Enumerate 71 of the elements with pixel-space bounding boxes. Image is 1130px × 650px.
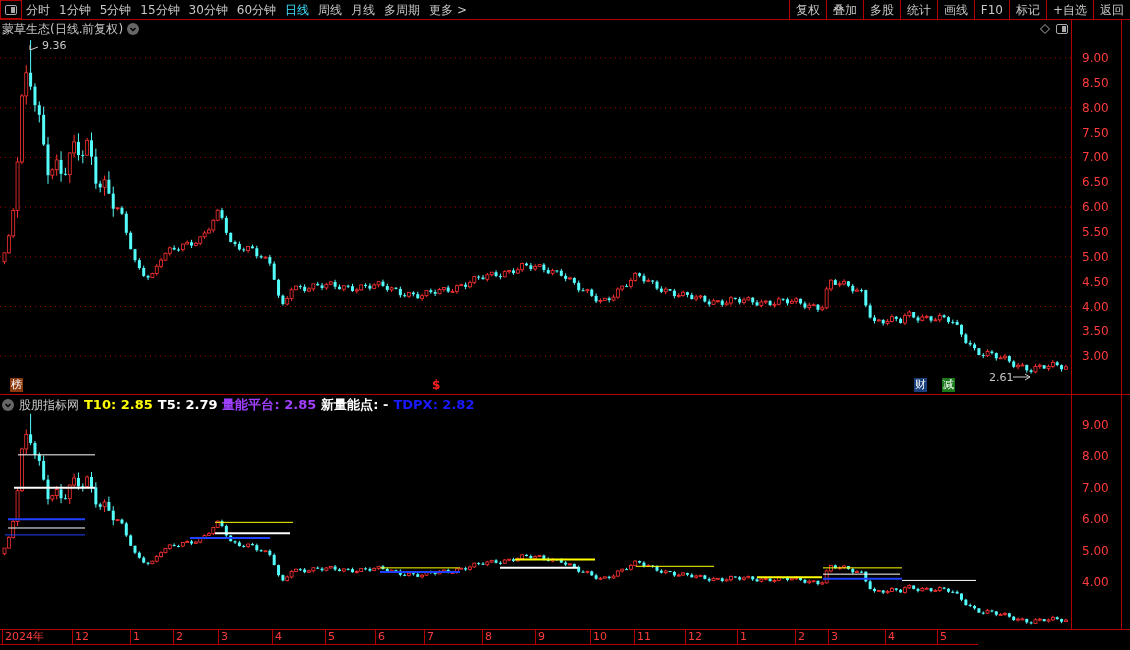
low-price-label: 2.61 xyxy=(989,370,1014,386)
indicator-value: TDPX: 2.82 xyxy=(393,396,475,414)
indicator-value: 量能平台: 2.85 xyxy=(222,396,317,414)
price-axis-label: 7.00 xyxy=(1082,480,1109,495)
toolbar-button[interactable]: 标记 xyxy=(1008,0,1046,19)
toolbar-button[interactable]: F10 xyxy=(973,0,1009,19)
period-tab[interactable]: 15分钟 xyxy=(140,0,180,19)
event-badge[interactable]: 榜 xyxy=(10,378,23,392)
price-axis-label: 4.00 xyxy=(1082,299,1109,314)
indicator-name: 股朋指标网 xyxy=(19,396,79,414)
date-axis-label: 4 xyxy=(272,630,282,644)
price-axis-label: 8.50 xyxy=(1082,75,1109,90)
price-axis-label: 9.00 xyxy=(1082,51,1109,65)
price-axis-label: 8.00 xyxy=(1082,449,1109,464)
price-axis-label: 6.50 xyxy=(1082,175,1109,190)
date-axis-label: 5 xyxy=(937,630,947,644)
indicator-value: 新量能点: - xyxy=(321,396,389,414)
date-axis-label: 6 xyxy=(375,630,385,644)
period-tab[interactable]: 1分钟 xyxy=(59,0,91,19)
date-axis-label: 9 xyxy=(535,630,545,644)
period-tab[interactable]: 月线 xyxy=(351,0,376,19)
indicator-value: T10: 2.85 xyxy=(84,396,153,414)
price-axis-label: 6.00 xyxy=(1082,200,1109,215)
price-axis-label: 3.50 xyxy=(1082,324,1109,339)
date-axis-label: 2 xyxy=(173,630,183,644)
period-tab[interactable]: 日线 xyxy=(285,0,310,19)
toolbar-button[interactable]: 返回 xyxy=(1093,0,1130,19)
date-axis-label: 2024年 xyxy=(2,630,44,644)
date-axis-label: 3 xyxy=(828,630,838,644)
period-tab[interactable]: 60分钟 xyxy=(236,0,277,19)
price-axis-label: 4.00 xyxy=(1082,575,1109,589)
date-axis-label: 1 xyxy=(737,630,747,644)
period-tab[interactable]: 分时 xyxy=(26,0,50,19)
price-axis-label: 8.00 xyxy=(1082,100,1109,115)
toolbar-button[interactable]: 画线 xyxy=(936,0,974,19)
price-axis-label: 3.00 xyxy=(1082,349,1109,364)
price-axis-label: 7.00 xyxy=(1082,150,1109,165)
price-axis-label: 5.50 xyxy=(1082,224,1109,239)
date-axis-label: 5 xyxy=(325,630,335,644)
period-tab[interactable]: 30分钟 xyxy=(188,0,228,19)
date-axis-label: 3 xyxy=(218,630,228,644)
date-axis-label: 1 xyxy=(130,630,140,644)
event-badge[interactable]: 减 xyxy=(942,378,955,392)
date-axis-label: 4 xyxy=(885,630,895,644)
high-price-label: 9.36 xyxy=(42,38,67,54)
event-marker[interactable]: $ xyxy=(432,378,441,392)
toolbar-button[interactable]: 多股 xyxy=(862,0,900,19)
period-tab[interactable]: 5分钟 xyxy=(99,0,132,19)
date-axis-label: 11 xyxy=(634,630,651,644)
toolbar-button[interactable]: 复权 xyxy=(788,0,826,19)
indicator-value: T5: 2.79 xyxy=(157,396,218,414)
price-axis-label: 6.00 xyxy=(1082,512,1109,527)
date-axis-label: 7 xyxy=(424,630,434,644)
date-axis-label: 12 xyxy=(685,630,702,644)
date-axis-label: 10 xyxy=(590,630,607,644)
price-axis-label: 5.00 xyxy=(1082,249,1109,264)
date-axis-label: 12 xyxy=(72,630,89,644)
period-tab[interactable]: 周线 xyxy=(318,0,343,19)
more-button[interactable]: 更多 > xyxy=(429,0,467,19)
price-axis-label: 4.50 xyxy=(1082,274,1109,289)
event-badge[interactable]: 财 xyxy=(914,378,927,392)
toolbar-button[interactable]: 叠加 xyxy=(825,0,863,19)
price-axis-label: 7.50 xyxy=(1082,125,1109,140)
date-axis-label: 2 xyxy=(795,630,805,644)
chart-title: 蒙草生态(日线.前复权) xyxy=(2,21,124,38)
date-axis-label: 8 xyxy=(482,630,492,644)
toolbar-button[interactable]: +自选 xyxy=(1045,0,1093,19)
price-axis-label: 9.00 xyxy=(1082,418,1109,432)
period-tab[interactable]: 多周期 xyxy=(384,0,421,19)
toolbar-button[interactable]: 统计 xyxy=(899,0,937,19)
price-axis-label: 5.00 xyxy=(1082,543,1109,558)
